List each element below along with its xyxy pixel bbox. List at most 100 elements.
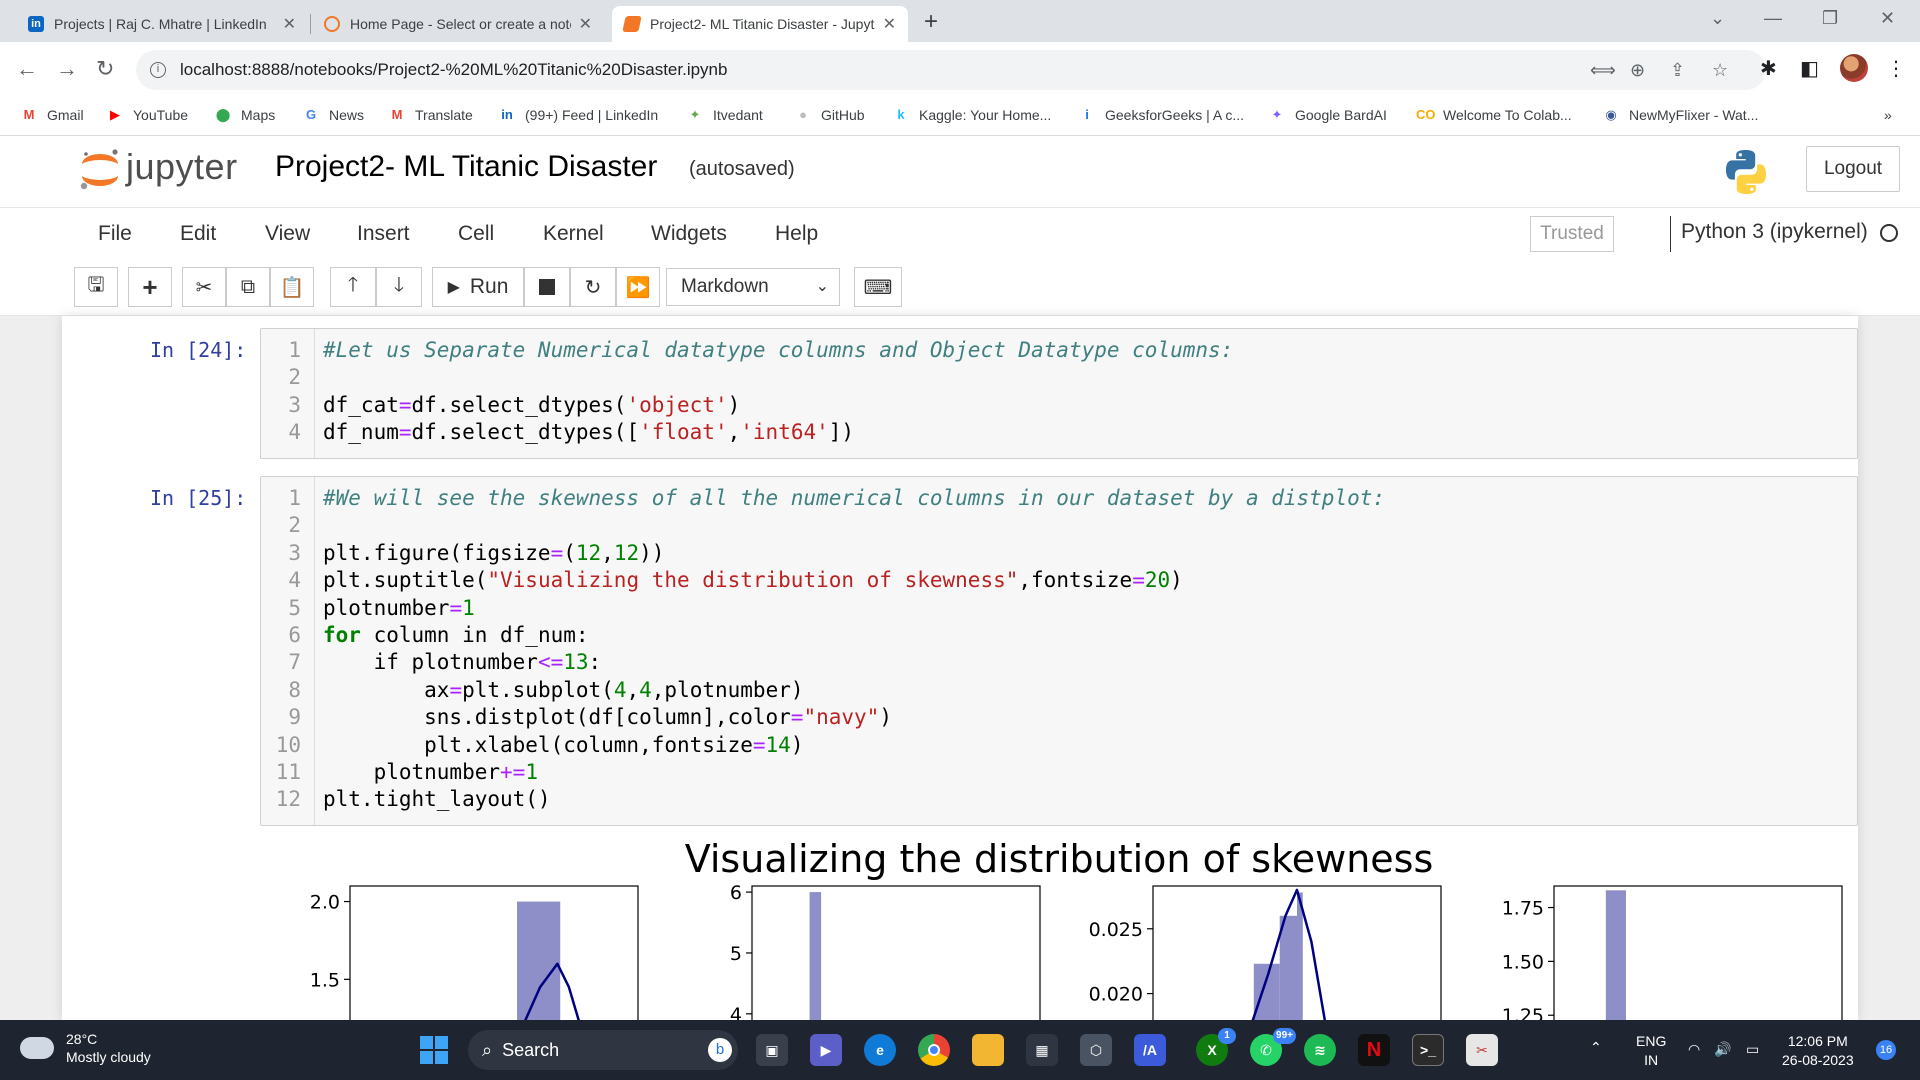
kernel-name[interactable]: Python 3 (ipykernel) bbox=[1681, 220, 1868, 244]
battery-icon[interactable]: ▭ bbox=[1746, 1040, 1759, 1059]
bookmark-item[interactable]: ✦ Itvedant bbox=[686, 107, 763, 123]
bookmark-item[interactable]: ▶ YouTube bbox=[106, 107, 188, 123]
bookmark-item[interactable]: k Kaggle: Your Home... bbox=[892, 107, 1051, 123]
task-view-icon[interactable]: ▣ bbox=[756, 1034, 788, 1066]
menu-widgets[interactable]: Widgets bbox=[651, 222, 727, 246]
snipping-tool-icon[interactable]: ✂ bbox=[1466, 1034, 1498, 1066]
tab-search-chevron-icon[interactable]: ⌄ bbox=[1710, 8, 1725, 29]
vscode-icon[interactable]: /A bbox=[1134, 1034, 1166, 1066]
menu-file[interactable]: File bbox=[98, 222, 132, 246]
translate-icon[interactable]: ⟺ bbox=[1590, 60, 1616, 81]
whatsapp-icon[interactable]: ✆ 99+ bbox=[1250, 1028, 1296, 1066]
paste-button[interactable]: 📋 bbox=[270, 267, 314, 307]
edge-icon[interactable]: e bbox=[864, 1034, 896, 1066]
tab-linkedin-projects[interactable]: in Projects | Raj C. Mhatre | LinkedIn ✕ bbox=[16, 6, 308, 42]
save-button[interactable]: 🖫 bbox=[74, 267, 118, 307]
code-editor[interactable]: 1 #Let us Separate Numerical datatype col… bbox=[260, 328, 1858, 459]
forward-arrow-icon[interactable]: → bbox=[56, 56, 78, 82]
histogram-bar bbox=[1279, 915, 1297, 1020]
bookmark-item[interactable]: i GeeksforGeeks | A c... bbox=[1078, 107, 1244, 123]
restart-run-all-button[interactable]: ⏩ bbox=[616, 267, 660, 307]
close-icon[interactable]: ✕ bbox=[579, 14, 592, 34]
menu-help[interactable]: Help bbox=[775, 222, 818, 246]
new-tab-icon[interactable]: + bbox=[924, 8, 938, 36]
move-up-button[interactable]: 🡑 bbox=[330, 267, 376, 307]
restart-button[interactable]: ↻ bbox=[570, 267, 616, 307]
profile-avatar[interactable] bbox=[1840, 54, 1868, 82]
teams-icon[interactable]: ▶ bbox=[810, 1034, 842, 1066]
jupyter-logo-icon[interactable] bbox=[78, 146, 122, 192]
bookmark-item[interactable]: ✦ Google BardAI bbox=[1268, 107, 1387, 123]
minimize-icon[interactable]: — bbox=[1764, 8, 1782, 29]
bookmark-item[interactable]: M Gmail bbox=[20, 107, 84, 123]
bookmark-item[interactable]: ◉ NewMyFlixer - Wat... bbox=[1602, 107, 1758, 123]
taskbar-search[interactable]: ⌕ Search b bbox=[468, 1030, 738, 1070]
run-button[interactable]: ▶ Run bbox=[432, 267, 524, 307]
spotify-icon[interactable]: ≋ bbox=[1304, 1034, 1336, 1066]
menu-view[interactable]: View bbox=[265, 222, 310, 246]
window-close-icon[interactable]: ✕ bbox=[1880, 8, 1895, 29]
language-indicator[interactable]: ENG IN bbox=[1636, 1032, 1666, 1070]
volume-icon[interactable]: 🔊 bbox=[1714, 1040, 1731, 1059]
chrome-icon[interactable] bbox=[918, 1034, 950, 1066]
extensions-icon[interactable]: ✱ bbox=[1760, 56, 1777, 81]
file-explorer-icon[interactable] bbox=[972, 1034, 1004, 1066]
store-icon[interactable]: ▦ bbox=[1026, 1034, 1058, 1066]
scissors-icon: ✂ bbox=[195, 276, 213, 299]
browser-menu-icon[interactable]: ⋮ bbox=[1886, 56, 1906, 81]
bookmark-item[interactable]: ⬤ Maps bbox=[214, 107, 276, 123]
windows-start-icon[interactable] bbox=[420, 1036, 448, 1064]
cell-type-select[interactable]: Markdown ⌄ bbox=[666, 268, 840, 306]
line-number: 4 bbox=[288, 568, 301, 593]
bookmark-item[interactable]: in (99+) Feed | LinkedIn bbox=[498, 107, 658, 123]
zoom-icon[interactable]: ⊕ bbox=[1630, 60, 1645, 81]
tab-notebook[interactable]: Project2- ML Titanic Disaster - Jupyter … bbox=[612, 6, 908, 42]
logout-button[interactable]: Logout bbox=[1806, 146, 1900, 192]
language-line1: ENG bbox=[1636, 1033, 1667, 1049]
bookmark-item[interactable]: M Translate bbox=[388, 107, 473, 123]
netflix-icon[interactable]: N bbox=[1358, 1034, 1390, 1066]
xbox-icon[interactable]: X1 bbox=[1196, 1028, 1236, 1066]
notification-count[interactable]: 16 bbox=[1876, 1040, 1896, 1060]
bookmarks-bar: M Gmail ▶ YouTube ⬤ Maps G News M Translate in (99+… bbox=[0, 98, 1920, 136]
bookmark-item[interactable]: CO Welcome To Colab... bbox=[1416, 107, 1572, 123]
close-icon[interactable]: ✕ bbox=[883, 14, 896, 34]
site-info-icon[interactable]: i bbox=[150, 62, 166, 78]
reload-icon[interactable]: ↻ bbox=[96, 56, 114, 82]
menu-kernel[interactable]: Kernel bbox=[543, 222, 604, 246]
code-cell-24[interactable]: In [24]: 1 #Let us Separate Numerical dat… bbox=[62, 316, 1858, 464]
cut-button[interactable]: ✂ bbox=[182, 267, 226, 307]
code-editor[interactable]: 1 #We will see the skewness of all the nu… bbox=[260, 476, 1858, 826]
bookmark-star-icon[interactable]: ☆ bbox=[1712, 60, 1728, 81]
code-cell-25[interactable]: In [25]: 1 #We will see the skewness of a… bbox=[62, 464, 1858, 836]
move-down-button[interactable]: 🡓 bbox=[376, 267, 422, 307]
wifi-icon[interactable]: ◠ bbox=[1688, 1040, 1700, 1059]
bookmark-item[interactable]: G News bbox=[302, 107, 364, 123]
bookmark-label: Translate bbox=[415, 107, 473, 123]
tab-jupyter-home[interactable]: Home Page - Select or create a notebook … bbox=[312, 6, 604, 42]
menu-cell[interactable]: Cell bbox=[458, 222, 494, 246]
copy-button[interactable]: ⧉ bbox=[226, 267, 270, 307]
weather-widget[interactable]: 28°C Mostly cloudy bbox=[20, 1029, 151, 1066]
clock[interactable]: 12:06 PM 26-08-2023 bbox=[1782, 1032, 1854, 1070]
back-arrow-icon[interactable]: ← bbox=[16, 56, 38, 82]
bookmark-item[interactable]: ● GitHub bbox=[794, 107, 865, 123]
notebook-name[interactable]: Project2- ML Titanic Disaster bbox=[275, 150, 657, 184]
side-panel-icon[interactable]: ◧ bbox=[1800, 56, 1819, 81]
restore-icon[interactable]: ❐ bbox=[1822, 8, 1838, 29]
close-icon[interactable]: ✕ bbox=[283, 14, 296, 34]
command-palette-button[interactable]: ⌨ bbox=[854, 267, 902, 307]
menu-insert[interactable]: Insert bbox=[357, 222, 410, 246]
chevron-up-icon[interactable]: ⌃ bbox=[1590, 1038, 1602, 1057]
jupyter-logo-text[interactable]: jupyter bbox=[126, 146, 238, 188]
trusted-indicator[interactable]: Trusted bbox=[1530, 216, 1614, 252]
interrupt-button[interactable] bbox=[524, 267, 570, 307]
bookmarks-overflow-icon[interactable]: » bbox=[1884, 107, 1892, 123]
app-icon[interactable]: ⬡ bbox=[1080, 1034, 1112, 1066]
terminal-icon[interactable]: >_ bbox=[1412, 1034, 1444, 1066]
url-bar[interactable]: i localhost:8888/notebooks/Project2-%20M… bbox=[136, 50, 1766, 90]
menu-edit[interactable]: Edit bbox=[180, 222, 216, 246]
youtube-icon: ▶ bbox=[110, 107, 120, 122]
insert-cell-button[interactable]: + bbox=[128, 267, 172, 307]
share-icon[interactable]: ⇪ bbox=[1670, 60, 1685, 81]
